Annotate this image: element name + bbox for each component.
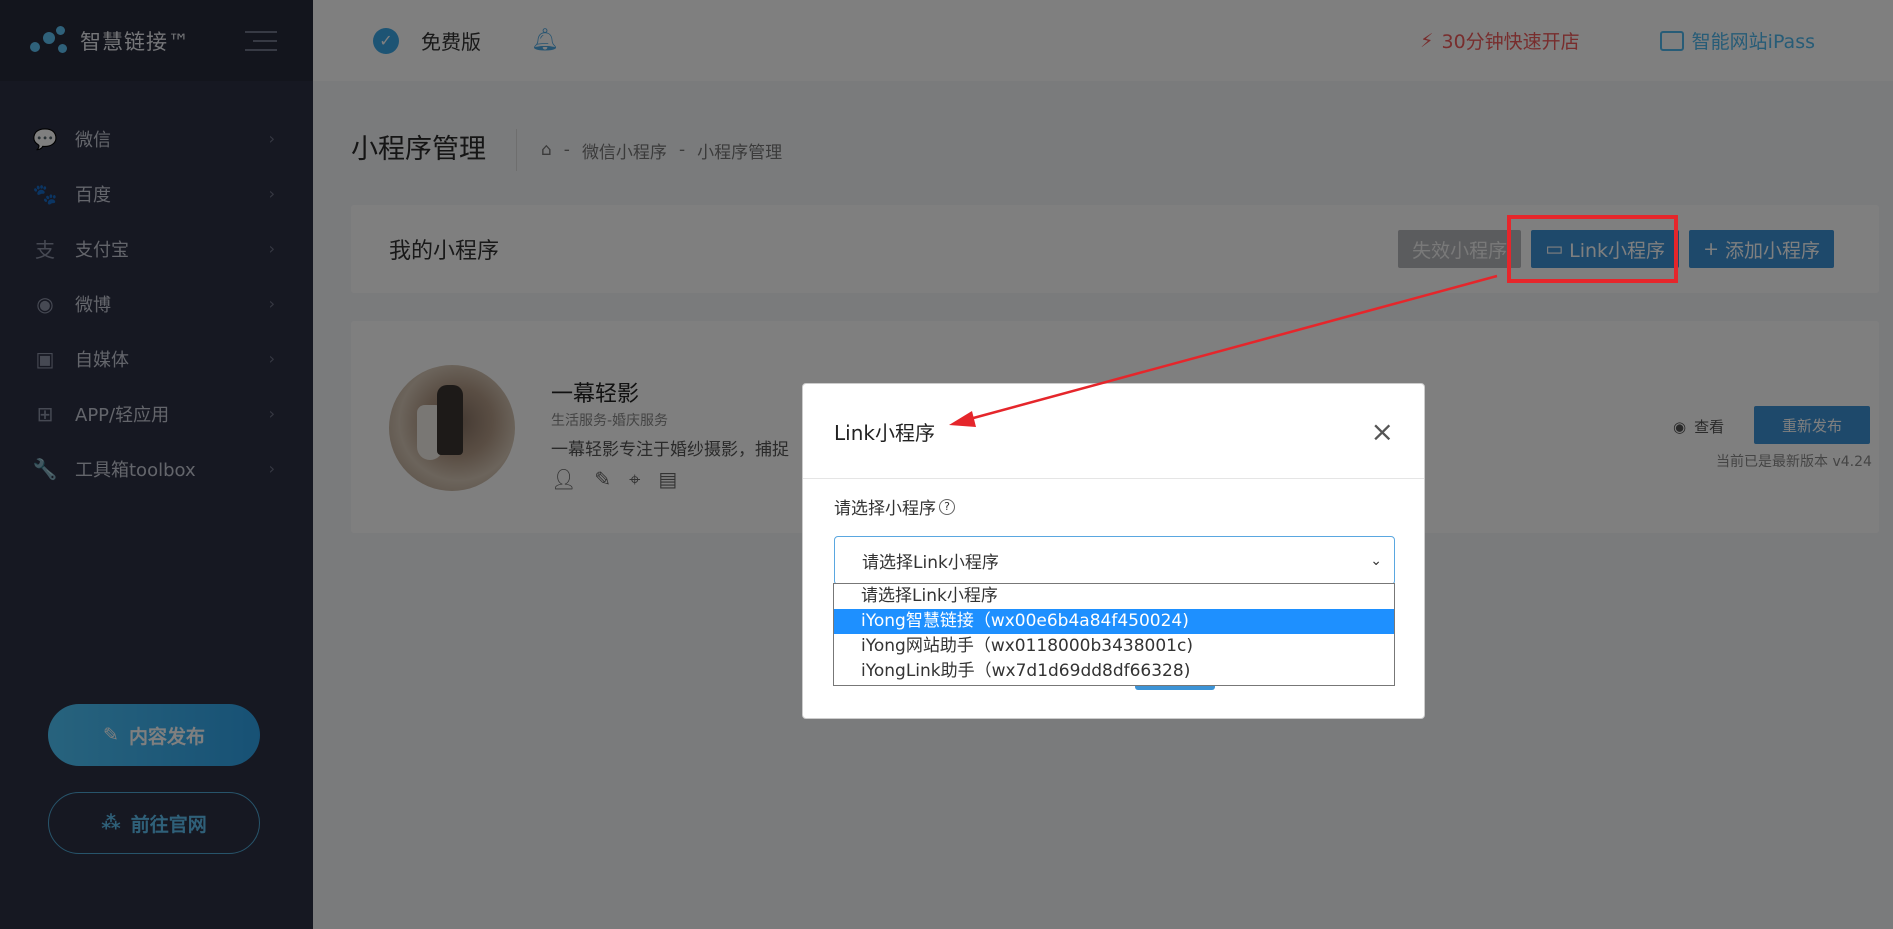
annotation-arrow <box>949 274 1498 427</box>
